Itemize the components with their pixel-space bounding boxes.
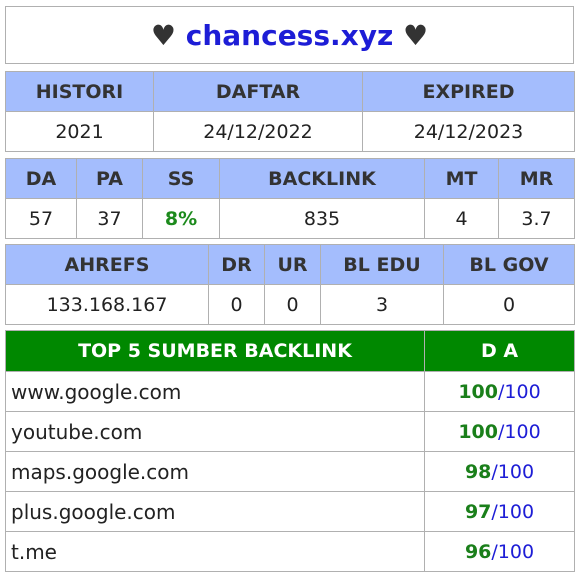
- header-dr: DR: [208, 244, 265, 285]
- header-ahrefs: AHREFS: [5, 244, 209, 285]
- source-site: youtube.com: [5, 411, 425, 452]
- value-expired: 24/12/2023: [362, 111, 575, 152]
- header-ss: SS: [142, 158, 220, 199]
- source-site: www.google.com: [5, 371, 425, 412]
- history-table: HISTORI DAFTAR EXPIRED 2021 24/12/2022 2…: [5, 71, 575, 152]
- value-dr: 0: [208, 284, 265, 325]
- value-pa: 37: [76, 198, 143, 239]
- backlink-sources-table: TOP 5 SUMBER BACKLINK D A www.google.com…: [5, 330, 575, 572]
- table-row: youtube.com 100/100: [5, 411, 575, 452]
- header-mr: MR: [498, 158, 575, 199]
- source-da: 100/100: [424, 411, 575, 452]
- header-histori: HISTORI: [5, 71, 154, 112]
- value-ahrefs: 133.168.167: [5, 284, 209, 325]
- header-top-sources: TOP 5 SUMBER BACKLINK: [5, 330, 425, 372]
- source-da-value: 98: [464, 460, 492, 483]
- source-da-max: 100: [504, 380, 541, 403]
- header-ur: UR: [264, 244, 321, 285]
- source-da-value: 100: [458, 380, 498, 403]
- header-mt: MT: [424, 158, 499, 199]
- source-da-value: 100: [458, 420, 498, 443]
- heart-right-icon: ♥: [403, 18, 429, 52]
- source-da: 97/100: [424, 491, 575, 532]
- source-da-max: 100: [497, 540, 535, 563]
- table-row: plus.google.com 97/100: [5, 491, 575, 532]
- header-daftar: DAFTAR: [153, 71, 363, 112]
- table-row: www.google.com 100/100: [5, 371, 575, 412]
- header-backlink: BACKLINK: [219, 158, 425, 199]
- value-mr: 3.7: [498, 198, 575, 239]
- header-bl-edu: BL EDU: [320, 244, 444, 285]
- source-site: t.me: [5, 531, 425, 572]
- header-expired: EXPIRED: [362, 71, 575, 112]
- value-mt: 4: [424, 198, 499, 239]
- metrics-table: DA PA SS BACKLINK MT MR 57 37 8% 835 4 3…: [5, 158, 575, 239]
- source-da: 100/100: [424, 371, 575, 412]
- source-da-value: 97: [464, 500, 492, 523]
- source-site: maps.google.com: [5, 451, 425, 492]
- source-da-max: 100: [504, 420, 541, 443]
- value-backlink: 835: [219, 198, 425, 239]
- table-row: maps.google.com 98/100: [5, 451, 575, 492]
- value-ur: 0: [264, 284, 321, 325]
- title-cell: ♥ chancess.xyz ♥: [5, 6, 574, 64]
- source-da-max: 100: [497, 500, 535, 523]
- value-bl-gov: 0: [443, 284, 575, 325]
- value-histori: 2021: [5, 111, 154, 152]
- value-bl-edu: 3: [320, 284, 444, 325]
- header-da: DA: [5, 158, 77, 199]
- value-daftar: 24/12/2022: [153, 111, 363, 152]
- source-da: 96/100: [424, 531, 575, 572]
- source-da-max: 100: [497, 460, 535, 483]
- ahrefs-table: AHREFS DR UR BL EDU BL GOV 133.168.167 0…: [5, 244, 575, 325]
- value-da: 57: [5, 198, 77, 239]
- title-box: ♥ chancess.xyz ♥: [5, 6, 574, 64]
- source-da-value: 96: [464, 540, 492, 563]
- header-bl-gov: BL GOV: [443, 244, 575, 285]
- header-source-da: D A: [424, 330, 575, 372]
- heart-left-icon: ♥: [150, 18, 176, 52]
- table-row: t.me 96/100: [5, 531, 575, 572]
- domain-name: chancess.xyz: [185, 18, 394, 52]
- source-site: plus.google.com: [5, 491, 425, 532]
- source-da: 98/100: [424, 451, 575, 492]
- header-pa: PA: [76, 158, 143, 199]
- value-ss: 8%: [142, 198, 220, 239]
